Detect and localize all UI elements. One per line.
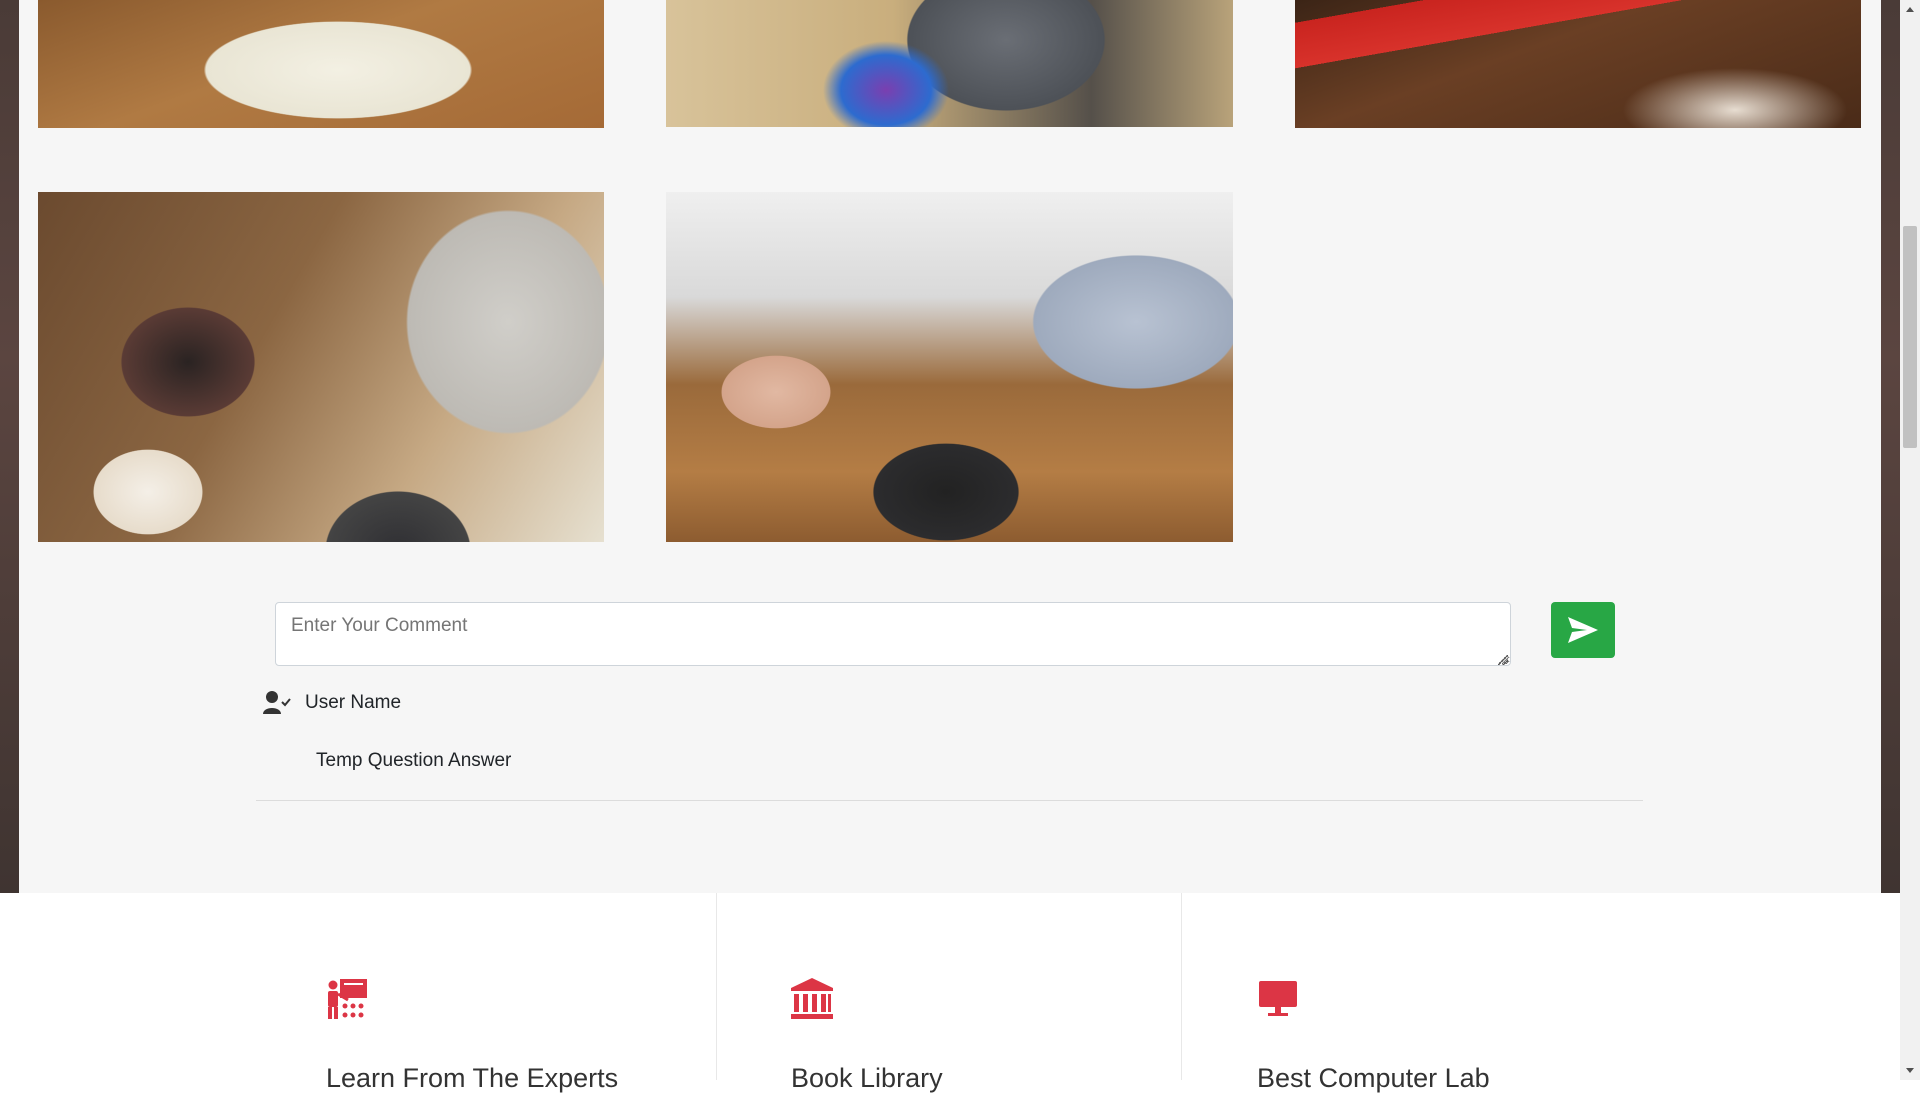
teacher-icon — [328, 979, 367, 1019]
answer-text: Temp Question Answer — [316, 750, 512, 771]
page-scrollbar[interactable] — [1900, 0, 1920, 1080]
gallery-photo-notebook-desk[interactable] — [38, 0, 604, 128]
scroll-up-arrow-icon[interactable] — [1900, 0, 1920, 18]
comment-author: User Name — [263, 688, 401, 718]
send-icon — [1568, 617, 1598, 643]
scroll-down-arrow-icon[interactable] — [1900, 1062, 1920, 1080]
features-section — [0, 893, 1900, 1080]
gallery-photo-laptop-desk[interactable] — [666, 192, 1233, 542]
feature-title-library: Book Library — [791, 1063, 943, 1093]
resize-handle[interactable] — [1498, 655, 1508, 665]
send-comment-button[interactable] — [1551, 602, 1615, 658]
gallery-photo-man-desk[interactable] — [666, 0, 1233, 127]
comment-input[interactable] — [275, 602, 1511, 666]
user-name: User Name — [305, 692, 402, 713]
gallery-photo-woman-laptop[interactable] — [38, 192, 604, 542]
feature-title-computer-lab: Best Computer Lab — [1257, 1063, 1490, 1093]
feature-title-experts: Learn From The Experts — [326, 1063, 619, 1093]
library-icon — [791, 978, 833, 1019]
scrollbar-thumb[interactable] — [1903, 226, 1917, 448]
feature-divider — [716, 893, 717, 1080]
thread-divider — [256, 800, 1643, 801]
gallery-photo-red-notebook[interactable] — [1295, 0, 1861, 128]
feature-divider — [1181, 893, 1182, 1080]
monitor-icon — [1259, 981, 1297, 1016]
user-check-icon — [263, 691, 291, 714]
